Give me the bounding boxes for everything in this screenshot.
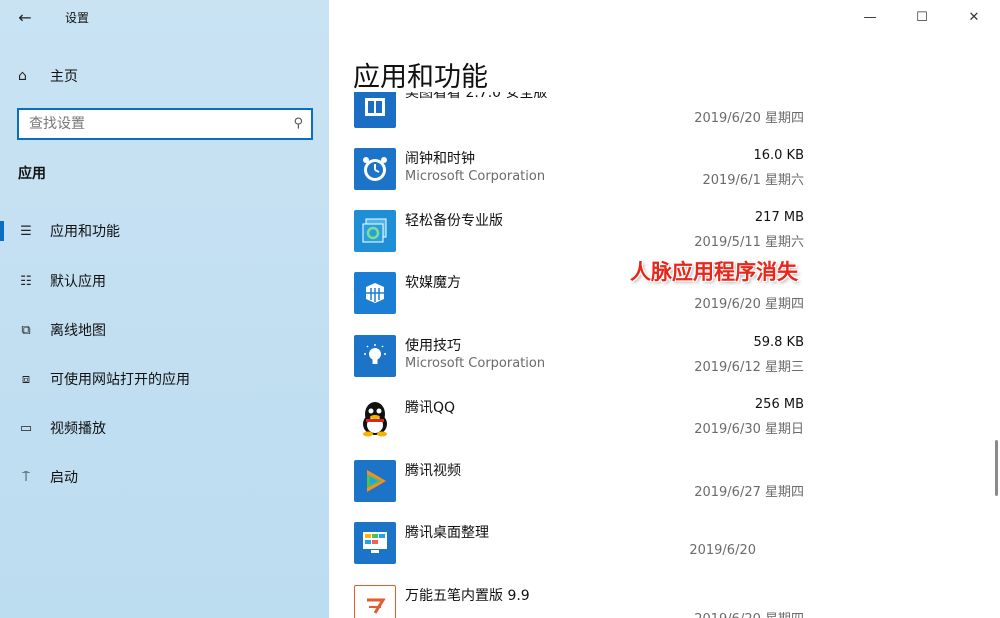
close-button[interactable]: ✕ bbox=[948, 0, 1000, 34]
app-name: 使用技巧 bbox=[405, 338, 461, 354]
app-install-date: 2019/6/27 星期四 bbox=[694, 485, 804, 500]
cube-app-icon bbox=[354, 272, 396, 314]
search-box[interactable]: ⚲ bbox=[17, 108, 313, 140]
maximize-button[interactable]: ☐ bbox=[896, 0, 948, 34]
app-name: 腾讯QQ bbox=[405, 400, 456, 416]
sidebar-item-label: 默认应用 bbox=[50, 274, 106, 290]
sidebar-item-offline-maps[interactable]: ⧉ 离线地图 bbox=[0, 312, 329, 348]
app-name: 万能五笔内置版 9.9 bbox=[405, 588, 530, 604]
alarm-clock-icon bbox=[354, 148, 396, 190]
window-controls: — ☐ ✕ bbox=[844, 0, 1000, 34]
app-install-date: 2019/6/20 bbox=[689, 543, 756, 558]
app-name: 软媒魔方 bbox=[405, 275, 461, 291]
search-icon[interactable]: ⚲ bbox=[293, 116, 303, 131]
desktop-organizer-icon bbox=[354, 522, 396, 564]
app-install-date: 2019/5/11 星期六 bbox=[694, 235, 804, 250]
home-link[interactable]: ⌂ 主页 bbox=[18, 65, 78, 87]
minimize-icon: — bbox=[863, 9, 877, 25]
app-size: 16.0 KB bbox=[753, 148, 804, 163]
active-indicator bbox=[0, 221, 4, 241]
app-size: 256 MB bbox=[754, 397, 804, 412]
app-install-date: 2019/6/20 星期四 bbox=[694, 297, 804, 312]
app-name: 闹钟和时钟 bbox=[405, 151, 475, 167]
map-icon: ⧉ bbox=[21, 322, 31, 338]
app-name: 腾讯视频 bbox=[405, 463, 461, 479]
home-icon: ⌂ bbox=[18, 68, 27, 84]
scrollbar[interactable] bbox=[995, 440, 998, 496]
home-label: 主页 bbox=[50, 69, 78, 85]
app-install-date: 2019/6/1 星期六 bbox=[702, 173, 804, 188]
app-list-item[interactable]: 闹钟和时钟 Microsoft Corporation 16.0 KB 2019… bbox=[329, 148, 1000, 210]
app-install-date: 2019/6/12 星期三 bbox=[694, 360, 804, 375]
lightbulb-icon bbox=[354, 335, 396, 377]
app-list-item[interactable]: 腾讯视频 2019/6/27 星期四 bbox=[329, 460, 1000, 522]
sidebar-item-apps-for-websites[interactable]: ⧈ 可使用网站打开的应用 bbox=[0, 361, 329, 397]
app-list-item[interactable]: 使用技巧 Microsoft Corporation 59.8 KB 2019/… bbox=[329, 335, 1000, 397]
app-size: 217 MB bbox=[754, 210, 804, 225]
app-install-date: 2019/6/20 星期四 bbox=[694, 608, 804, 618]
section-heading: 应用 bbox=[18, 166, 46, 182]
sidebar-item-video-playback[interactable]: ▭ 视频播放 bbox=[0, 410, 329, 446]
app-name: 美图看看 2.7.0 安全版 bbox=[405, 92, 548, 101]
app-list-item[interactable]: 腾讯桌面整理 2019/6/20 bbox=[329, 522, 1000, 584]
video-icon: ▭ bbox=[19, 420, 33, 436]
close-icon: ✕ bbox=[968, 9, 980, 25]
app-list-item[interactable]: 美图看看 2.7.0 安全版 2019/6/20 星期四 bbox=[329, 92, 1000, 148]
qq-penguin-icon bbox=[354, 397, 396, 439]
app-size: 59.8 KB bbox=[753, 335, 804, 350]
open-web-icon: ⧈ bbox=[21, 371, 31, 387]
watermark-text: 人脉应用程序消失 bbox=[630, 259, 798, 284]
startup-icon: ⍑ bbox=[22, 469, 30, 485]
window-title: 设置 bbox=[65, 11, 90, 25]
app-install-date: 2019/6/30 星期日 bbox=[694, 422, 804, 437]
sidebar-item-default-apps[interactable]: ☷ 默认应用 bbox=[0, 263, 329, 299]
photo-viewer-app-icon bbox=[354, 92, 396, 128]
search-input[interactable] bbox=[19, 110, 269, 138]
app-install-date: 2019/6/20 星期四 bbox=[694, 111, 804, 126]
sidebar-item-label: 离线地图 bbox=[50, 323, 106, 339]
title-bar: ← 设置 bbox=[0, 0, 329, 34]
main-content: — ☐ ✕ 应用和功能 美图看看 2.7.0 安全版 2019/6/20 星期四… bbox=[329, 0, 1000, 618]
wubi-input-icon bbox=[354, 585, 396, 618]
app-name: 轻松备份专业版 bbox=[405, 213, 503, 229]
sidebar-item-startup[interactable]: ⍑ 启动 bbox=[0, 459, 329, 495]
app-publisher: Microsoft Corporation bbox=[405, 169, 546, 184]
page-title: 应用和功能 bbox=[353, 62, 488, 93]
backup-app-icon bbox=[354, 210, 396, 252]
sidebar-item-label: 启动 bbox=[50, 470, 78, 486]
sidebar-item-label: 可使用网站打开的应用 bbox=[50, 372, 190, 388]
list-icon: ☰ bbox=[20, 223, 32, 239]
sidebar: ← 设置 ⌂ 主页 ⚲ 应用 ☰ 应用和功能 ☷ 默认应用 ⧉ 离线地图 ⧈ 可… bbox=[0, 0, 329, 618]
app-publisher: Microsoft Corporation bbox=[405, 356, 546, 371]
sidebar-item-label: 应用和功能 bbox=[50, 224, 120, 240]
arrow-left-icon: ← bbox=[18, 7, 32, 27]
video-play-icon bbox=[354, 460, 396, 502]
sidebar-item-label: 视频播放 bbox=[50, 421, 106, 437]
default-apps-icon: ☷ bbox=[20, 273, 32, 289]
app-list-item[interactable]: 腾讯QQ 256 MB 2019/6/30 星期日 bbox=[329, 397, 1000, 459]
minimize-button[interactable]: — bbox=[844, 0, 896, 34]
maximize-icon: ☐ bbox=[916, 9, 928, 25]
app-list-item[interactable]: 万能五笔内置版 9.9 2019/6/20 星期四 bbox=[329, 585, 1000, 618]
app-name: 腾讯桌面整理 bbox=[405, 525, 489, 541]
app-list[interactable]: 美图看看 2.7.0 安全版 2019/6/20 星期四 闹钟和时钟 Micro… bbox=[329, 92, 1000, 618]
back-button[interactable]: ← bbox=[12, 6, 38, 28]
sidebar-item-apps-features[interactable]: ☰ 应用和功能 bbox=[0, 213, 329, 249]
